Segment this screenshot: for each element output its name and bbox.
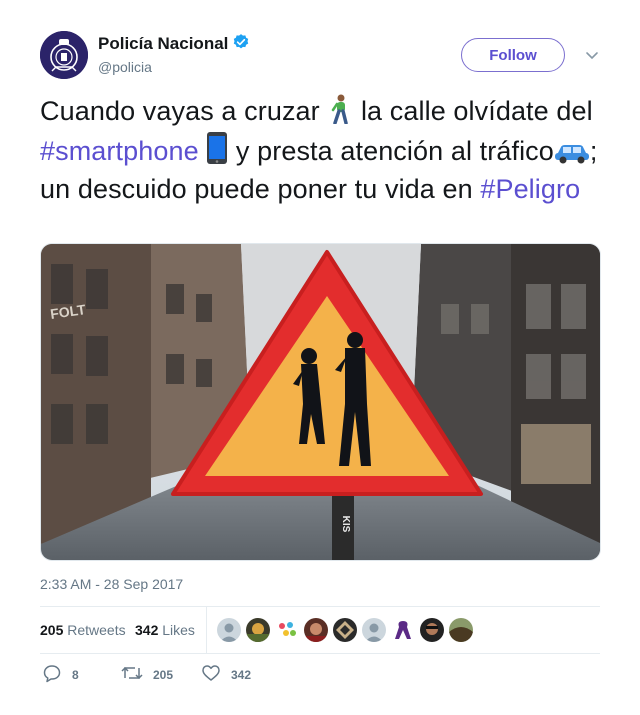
tweet-stats: 205 Retweets 342 Likes [40, 607, 600, 653]
likes-count: 342 [135, 622, 159, 638]
retweet-count: 205 [153, 668, 174, 682]
heart-icon [201, 663, 221, 688]
tweet-text-part: la calle olvídate del [353, 96, 593, 126]
liker-avatar[interactable] [246, 618, 270, 642]
reply-button[interactable]: 8 [42, 664, 79, 686]
reply-count: 8 [72, 668, 79, 682]
verified-badge-icon [232, 33, 250, 56]
liker-avatar[interactable] [420, 618, 444, 642]
tweet-text-part: y presta atención al tráfico [228, 136, 554, 166]
follow-button[interactable]: Follow [461, 38, 565, 72]
tweet-timestamp[interactable]: 2:33 AM - 28 Sep 2017 [40, 576, 183, 592]
account-handle[interactable]: @policia [98, 59, 152, 75]
liker-avatar[interactable] [333, 618, 357, 642]
retweet-button[interactable]: 205 [121, 664, 173, 686]
liker-avatar[interactable] [304, 618, 328, 642]
chevron-down-icon[interactable] [584, 47, 600, 63]
warning-sign-photo: FOLT KIS [41, 244, 600, 560]
liker-avatar[interactable] [362, 618, 386, 642]
liker-avatar[interactable] [449, 618, 473, 642]
like-count: 342 [231, 668, 252, 682]
hashtag-link[interactable]: #Peligro [480, 174, 580, 204]
tweet-text: Cuando vayas a cruzar la calle olvídate … [40, 94, 600, 206]
sign-sticker-text: KIS [340, 516, 351, 533]
tweet-actions: 8 205 342 [40, 664, 600, 686]
stats-separator [206, 607, 207, 653]
account-name-text[interactable]: Policía Nacional [98, 34, 228, 53]
liker-avatar[interactable] [391, 618, 415, 642]
mobile-phone-emoji [206, 132, 228, 172]
account-name[interactable]: Policía Nacional [98, 33, 250, 56]
car-emoji [554, 138, 590, 172]
person-walking-emoji [327, 94, 353, 132]
hashtag-link[interactable]: #smartphone [40, 136, 199, 166]
retweets-label: Retweets [67, 622, 126, 638]
liker-avatar[interactable] [217, 618, 241, 642]
likes-stat[interactable]: 342 Likes [135, 622, 195, 638]
retweet-icon [121, 663, 143, 688]
avatar[interactable] [40, 31, 88, 79]
police-badge-icon [40, 31, 88, 79]
tweet-header: Policía Nacional @policia Follow [40, 31, 600, 79]
like-button[interactable]: 342 [201, 664, 251, 686]
tweet-photo[interactable]: FOLT KIS [40, 243, 601, 561]
reply-icon [42, 663, 62, 688]
liker-avatar[interactable] [275, 618, 299, 642]
likes-label: Likes [162, 622, 195, 638]
retweets-stat[interactable]: 205 Retweets [40, 622, 126, 638]
tweet-text-part: Cuando vayas a cruzar [40, 96, 328, 126]
retweets-count: 205 [40, 622, 64, 638]
divider [40, 653, 600, 654]
